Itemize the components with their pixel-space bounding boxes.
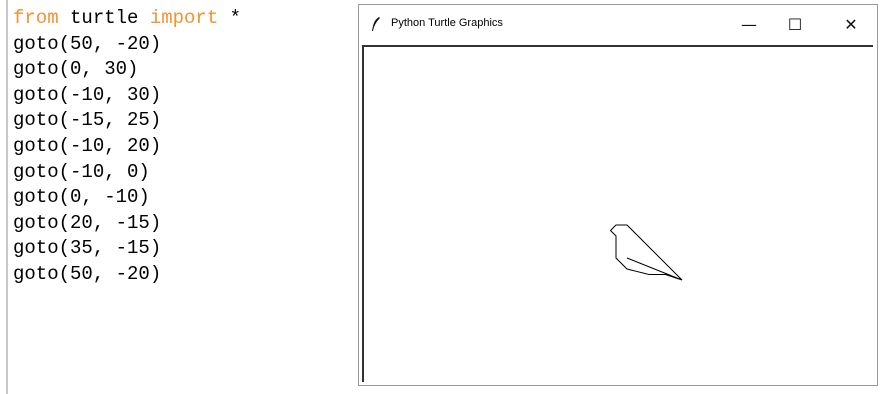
code-line[interactable]: goto(-10, 0): [13, 160, 241, 186]
turtle-window[interactable]: Python Turtle Graphics — ☐ ✕: [358, 4, 878, 386]
close-button[interactable]: ✕: [828, 9, 874, 39]
code-line[interactable]: goto(50, -20): [13, 262, 241, 288]
code-line[interactable]: goto(0, -10): [13, 185, 241, 211]
feather-icon: [372, 17, 380, 31]
code-editor[interactable]: from turtle import * goto(50, -20) goto(0,…: [0, 0, 360, 394]
code-token: goto(0, -10): [13, 186, 150, 209]
code-token: goto(50, -20): [13, 32, 162, 55]
turtle-drawing: [609, 224, 683, 281]
code-token: goto(-10, 0): [13, 160, 150, 183]
code-line[interactable]: goto(-10, 20): [13, 134, 241, 160]
code-token: goto(-15, 25): [13, 109, 162, 132]
code-line[interactable]: goto(0, 30): [13, 57, 241, 83]
code-token: goto(0, 30): [13, 58, 139, 81]
code-token: goto(20, -15): [13, 211, 162, 234]
code-line[interactable]: goto(50, -20): [13, 32, 241, 58]
turtle-canvas[interactable]: [362, 45, 873, 382]
code-token: goto(-10, 30): [13, 83, 162, 106]
code-line[interactable]: goto(20, -15): [13, 211, 241, 237]
code-text[interactable]: from turtle import * goto(50, -20) goto(0,…: [13, 6, 241, 288]
maximize-button[interactable]: ☐: [772, 9, 818, 39]
code-line[interactable]: goto(-15, 25): [13, 108, 241, 134]
code-keyword: import: [149, 7, 219, 29]
code-keyword: from: [13, 7, 59, 29]
editor-divider: [6, 0, 8, 394]
code-token: goto(-10, 20): [13, 134, 162, 157]
code-token: goto(35, -15): [13, 237, 162, 260]
code-token: goto(50, -20): [13, 262, 162, 285]
turtle-path: [609, 224, 683, 281]
title-bar[interactable]: Python Turtle Graphics — ☐ ✕: [359, 5, 877, 42]
window-title: Python Turtle Graphics: [391, 17, 503, 29]
code-token: *: [218, 7, 242, 29]
code-line[interactable]: goto(-10, 30): [13, 83, 241, 109]
code-line[interactable]: goto(35, -15): [13, 236, 241, 262]
code-token: turtle: [58, 7, 150, 29]
minimize-button[interactable]: —: [726, 9, 772, 39]
code-line[interactable]: from turtle import *: [13, 6, 241, 32]
